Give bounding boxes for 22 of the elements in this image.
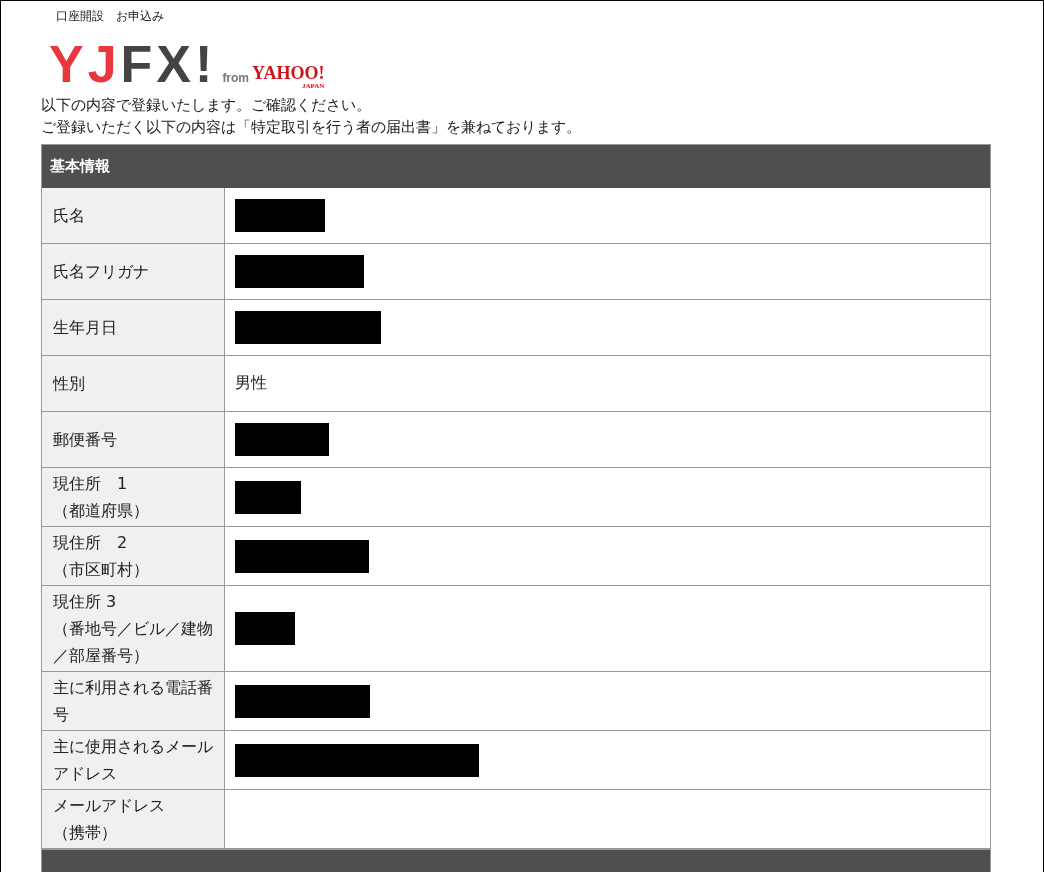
field-label: 氏名フリガナ bbox=[53, 261, 149, 283]
field-label: 郵便番号 bbox=[53, 429, 117, 451]
field-label: 生年月日 bbox=[53, 317, 117, 339]
field-label: 現住所 3 bbox=[53, 591, 117, 613]
field-label: （都道府県） bbox=[53, 500, 149, 522]
field-label: （携帯） bbox=[53, 822, 117, 844]
field-value: 男性 bbox=[235, 373, 267, 394]
instruction-text: 以下の内容で登録いたします。ご確認ください。 bbox=[41, 95, 371, 116]
field-label: 主に使用されるメールアドレス bbox=[53, 736, 214, 785]
page-heading: 口座開設 お申込み bbox=[56, 8, 164, 24]
field-label: 主に利用される電話番号 bbox=[53, 677, 214, 726]
field-label: （市区町村） bbox=[53, 559, 149, 581]
field-label: 性別 bbox=[53, 373, 85, 395]
redaction-bar bbox=[235, 480, 301, 514]
field-label: （番地号／ビル／建物／部屋番号） bbox=[53, 618, 214, 667]
field-label: 現住所 1 bbox=[53, 473, 128, 495]
field-label: 現住所 2 bbox=[53, 532, 128, 554]
redaction-bar bbox=[235, 612, 295, 645]
section-header: 基本情報 bbox=[42, 144, 990, 188]
instruction-text: ご登録いただく以下の内容は「特定取引を行う者の届出書」を兼ねております。 bbox=[41, 117, 581, 138]
field-label: 氏名 bbox=[53, 205, 85, 227]
field-label: メールアドレス bbox=[53, 795, 165, 817]
